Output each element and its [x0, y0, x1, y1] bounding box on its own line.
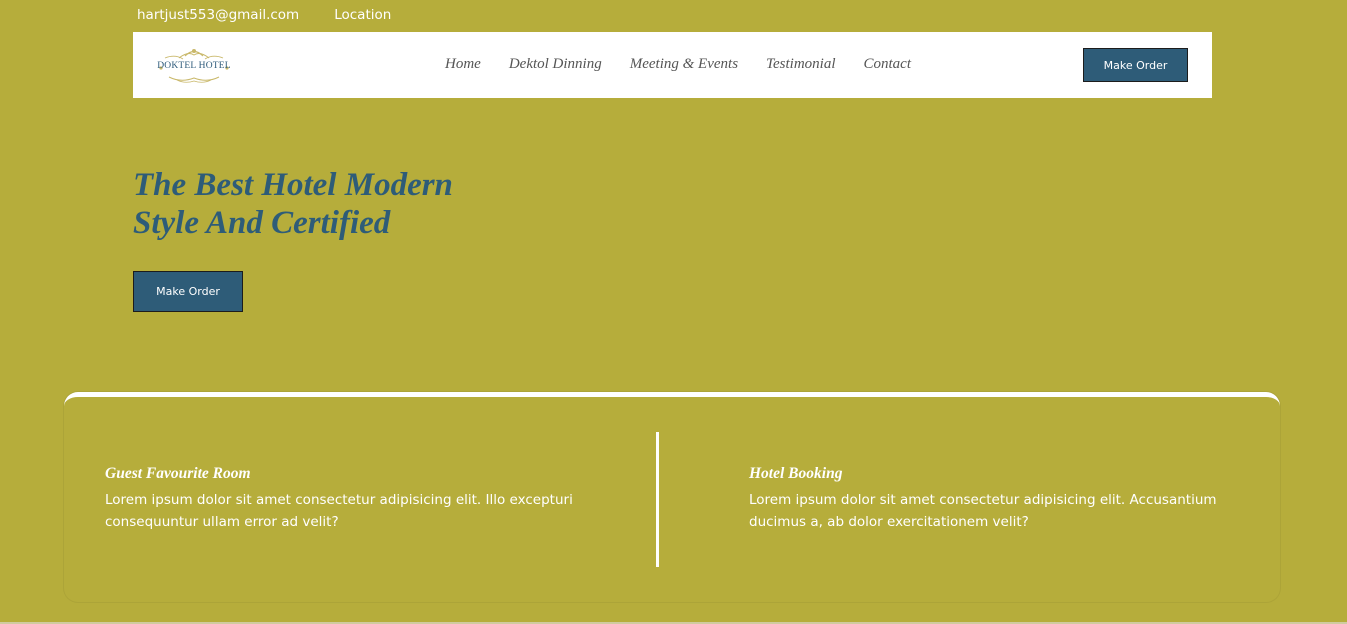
feature-title: Guest Favourite Room	[105, 465, 251, 482]
feature-description: Lorem ipsum dolor sit amet consectetur a…	[105, 492, 573, 530]
location-link[interactable]: Location	[334, 5, 391, 25]
feature-title: Hotel Booking	[749, 465, 843, 482]
top-info-bar: hartjust553@gmail.com Location	[137, 5, 391, 25]
hotel-logo[interactable]: DOKTEL HOTEL	[155, 47, 233, 84]
features-card: Guest Favourite Room Lorem ipsum dolor s…	[64, 392, 1280, 602]
feature-guest-favourite-room: Guest Favourite Room Lorem ipsum dolor s…	[105, 465, 575, 533]
nav-link-home[interactable]: Home	[445, 56, 481, 73]
nav-make-order-button[interactable]: Make Order	[1083, 48, 1188, 82]
feature-hotel-booking: Hotel Booking Lorem ipsum dolor sit amet…	[749, 465, 1249, 533]
hero-title-line-1: The Best Hotel Modern	[133, 167, 453, 203]
hero-make-order-button[interactable]: Make Order	[133, 271, 243, 312]
nav-link-meeting-events[interactable]: Meeting & Events	[630, 56, 738, 73]
feature-description: Lorem ipsum dolor sit amet consectetur a…	[749, 492, 1217, 530]
nav-link-contact[interactable]: Contact	[864, 56, 912, 73]
nav-link-testimonial[interactable]: Testimonial	[766, 56, 835, 73]
hero-title-line-2: Style And Certified	[133, 205, 391, 241]
contact-email[interactable]: hartjust553@gmail.com	[137, 5, 299, 25]
feature-divider	[656, 432, 659, 567]
hero-title: The Best Hotel Modern Style And Certifie…	[133, 166, 553, 242]
logo-text: DOKTEL HOTEL	[157, 61, 231, 71]
nav-menu: Home Dektol Dinning Meeting & Events Tes…	[445, 56, 911, 73]
nav-link-dining[interactable]: Dektol Dinning	[509, 56, 602, 73]
navbar: DOKTEL HOTEL Home Dektol Dinning Meeting…	[133, 32, 1212, 98]
